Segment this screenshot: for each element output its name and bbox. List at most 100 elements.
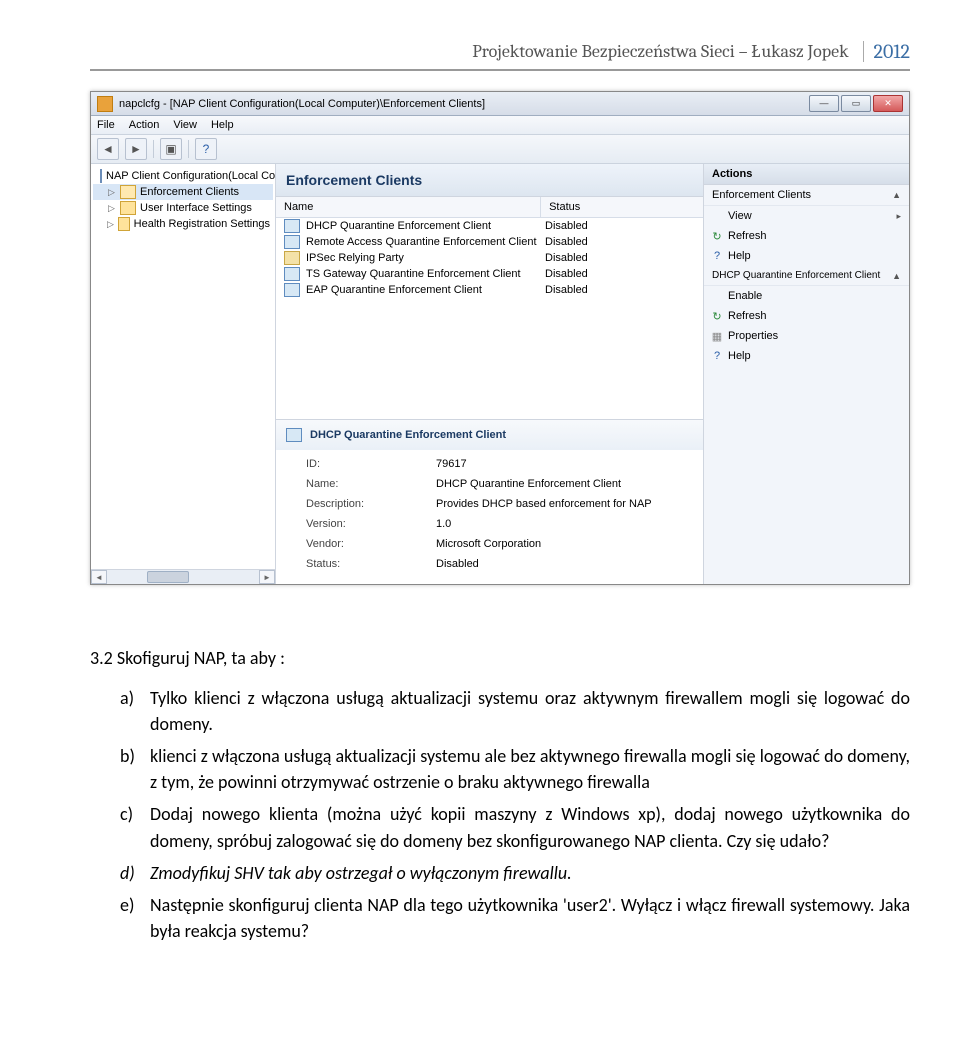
detail-key: ID: bbox=[306, 458, 436, 470]
tree-label: Enforcement Clients bbox=[140, 186, 239, 198]
scroll-right-icon[interactable]: ► bbox=[259, 570, 275, 584]
group-heading-label: Enforcement Clients bbox=[712, 189, 811, 201]
item-label: b) bbox=[120, 743, 135, 769]
action-label: Refresh bbox=[728, 230, 767, 242]
list-item[interactable]: DHCP Quarantine Enforcement ClientDisabl… bbox=[276, 218, 703, 234]
tree-root[interactable]: NAP Client Configuration(Local Compu bbox=[93, 168, 273, 184]
nav-tree[interactable]: NAP Client Configuration(Local Compu ▷ E… bbox=[91, 164, 276, 584]
submenu-icon: ▸ bbox=[896, 211, 901, 222]
menu-help[interactable]: Help bbox=[211, 119, 234, 131]
detail-key: Name: bbox=[306, 478, 436, 490]
list-item: d)Zmodyfikuj SHV tak aby ostrzegał o wył… bbox=[120, 860, 910, 886]
properties-icon: ▦ bbox=[710, 329, 724, 343]
detail-key: Vendor: bbox=[306, 538, 436, 550]
expand-icon[interactable]: ▷ bbox=[107, 203, 116, 214]
titlebar: napclcfg - [NAP Client Configuration(Loc… bbox=[91, 92, 909, 116]
group-heading-label: DHCP Quarantine Enforcement Client bbox=[712, 270, 880, 281]
scroll-thumb[interactable] bbox=[147, 571, 189, 583]
help-icon: ? bbox=[710, 349, 724, 363]
action-help2[interactable]: ? Help bbox=[704, 346, 909, 366]
actions-pane: Actions Enforcement Clients ▲ View ▸ ↻ R… bbox=[704, 164, 909, 584]
list-item[interactable]: Remote Access Quarantine Enforcement Cli… bbox=[276, 234, 703, 250]
document-body: 3.2 Skofiguruj NAP, ta aby : a)Tylko kli… bbox=[90, 645, 910, 944]
tree-item-ui[interactable]: ▷ User Interface Settings bbox=[93, 200, 273, 216]
item-label: d) bbox=[120, 860, 135, 886]
up-button[interactable]: ▣ bbox=[160, 138, 182, 160]
section-heading: 3.2 Skofiguruj NAP, ta aby : bbox=[90, 645, 910, 671]
list-item: e)Następnie skonfiguruj clienta NAP dla … bbox=[120, 892, 910, 944]
detail-row: ID:79617 bbox=[306, 454, 693, 474]
collapse-icon[interactable]: ▲ bbox=[892, 271, 901, 281]
client-name: IPSec Relying Party bbox=[306, 252, 404, 264]
tree-item-enforcement[interactable]: ▷ Enforcement Clients bbox=[93, 184, 273, 200]
menu-view[interactable]: View bbox=[173, 119, 197, 131]
detail-row: Name:DHCP Quarantine Enforcement Client bbox=[306, 474, 693, 494]
pane-heading: Enforcement Clients bbox=[276, 164, 703, 197]
actions-group2-heading[interactable]: DHCP Quarantine Enforcement Client ▲ bbox=[704, 266, 909, 286]
folder-icon bbox=[118, 217, 130, 231]
action-label: View bbox=[728, 210, 752, 222]
action-refresh[interactable]: ↻ Refresh bbox=[704, 226, 909, 246]
close-button[interactable]: ✕ bbox=[873, 95, 903, 112]
list-item: c) Dodaj nowego klienta (można użyć kopii… bbox=[120, 801, 910, 853]
col-name[interactable]: Name bbox=[276, 197, 541, 217]
action-refresh2[interactable]: ↻ Refresh bbox=[704, 306, 909, 326]
col-status[interactable]: Status bbox=[541, 197, 703, 217]
client-list: DHCP Quarantine Enforcement Client Disabl… bbox=[276, 218, 703, 298]
scroll-left-icon[interactable]: ◄ bbox=[91, 570, 107, 584]
client-icon bbox=[284, 235, 300, 249]
expand-icon[interactable]: ▷ bbox=[107, 187, 116, 198]
client-status: Disabled bbox=[545, 252, 695, 264]
client-status: Disabled bbox=[545, 236, 695, 248]
actions-group1-heading[interactable]: Enforcement Clients ▲ bbox=[704, 185, 909, 206]
item-text: klienci z włączona usługą aktualizacji s… bbox=[150, 745, 910, 793]
action-label: Refresh bbox=[728, 310, 767, 322]
action-view[interactable]: View ▸ bbox=[704, 206, 909, 226]
minimize-button[interactable]: — bbox=[809, 95, 839, 112]
detail-row: Vendor:Microsoft Corporation bbox=[306, 534, 693, 554]
forward-button[interactable]: ► bbox=[125, 138, 147, 160]
action-help[interactable]: ? Help bbox=[704, 246, 909, 266]
tree-scrollbar[interactable]: ◄ ► bbox=[91, 569, 275, 584]
detail-value: 1.0 bbox=[436, 518, 451, 530]
list-item[interactable]: IPSec Relying Party Disabled bbox=[276, 250, 703, 266]
app-window: napclcfg - [NAP Client Configuration(Loc… bbox=[90, 91, 910, 585]
item-label: a) bbox=[120, 685, 134, 711]
collapse-icon[interactable]: ▲ bbox=[892, 190, 901, 200]
list-item[interactable]: TS Gateway Quarantine Enforcement Client… bbox=[276, 266, 703, 282]
detail-key: Version: bbox=[306, 518, 436, 530]
detail-value: Microsoft Corporation bbox=[436, 538, 541, 550]
detail-value: DHCP Quarantine Enforcement Client bbox=[436, 478, 621, 490]
header-year: 2012 bbox=[874, 40, 910, 63]
refresh-icon: ↻ bbox=[710, 309, 724, 323]
page-header: Projektowanie Bezpieczeństwa Sieci – Łuk… bbox=[90, 40, 910, 63]
list-item[interactable]: EAP Quarantine Enforcement ClientDisable… bbox=[276, 282, 703, 298]
folder-open-icon bbox=[120, 185, 136, 199]
detail-key: Status: bbox=[306, 558, 436, 570]
item-label: c) bbox=[120, 801, 133, 827]
details-pane: Enforcement Clients Name Status DHCP Qua… bbox=[276, 164, 704, 584]
expand-icon[interactable]: ▷ bbox=[107, 219, 114, 230]
shield-icon bbox=[284, 251, 300, 265]
tree-label: User Interface Settings bbox=[140, 202, 252, 214]
list-item: a)Tylko klienci z włączona usługą aktual… bbox=[120, 685, 910, 737]
action-enable[interactable]: Enable bbox=[704, 286, 909, 306]
detail-title: DHCP Quarantine Enforcement Client bbox=[310, 429, 506, 441]
maximize-button[interactable]: ▭ bbox=[841, 95, 871, 112]
item-text: Dodaj nowego klienta (można użyć kopii m… bbox=[150, 803, 910, 851]
client-icon bbox=[284, 267, 300, 281]
menu-file[interactable]: File bbox=[97, 119, 115, 131]
action-label: Enable bbox=[728, 290, 762, 302]
client-name: TS Gateway Quarantine Enforcement Client bbox=[306, 268, 521, 280]
back-button[interactable]: ◄ bbox=[97, 138, 119, 160]
menu-action[interactable]: Action bbox=[129, 119, 160, 131]
help-button[interactable]: ? bbox=[195, 138, 217, 160]
toolbar: ◄ ► ▣ ? bbox=[91, 135, 909, 164]
tree-item-health[interactable]: ▷ Health Registration Settings bbox=[93, 216, 273, 232]
column-headers[interactable]: Name Status bbox=[276, 197, 703, 218]
toolbar-sep bbox=[188, 140, 189, 158]
action-properties[interactable]: ▦ Properties bbox=[704, 326, 909, 346]
client-name: DHCP Quarantine Enforcement Client bbox=[306, 220, 491, 232]
tree-label: Health Registration Settings bbox=[134, 218, 270, 230]
menubar: File Action View Help bbox=[91, 116, 909, 135]
